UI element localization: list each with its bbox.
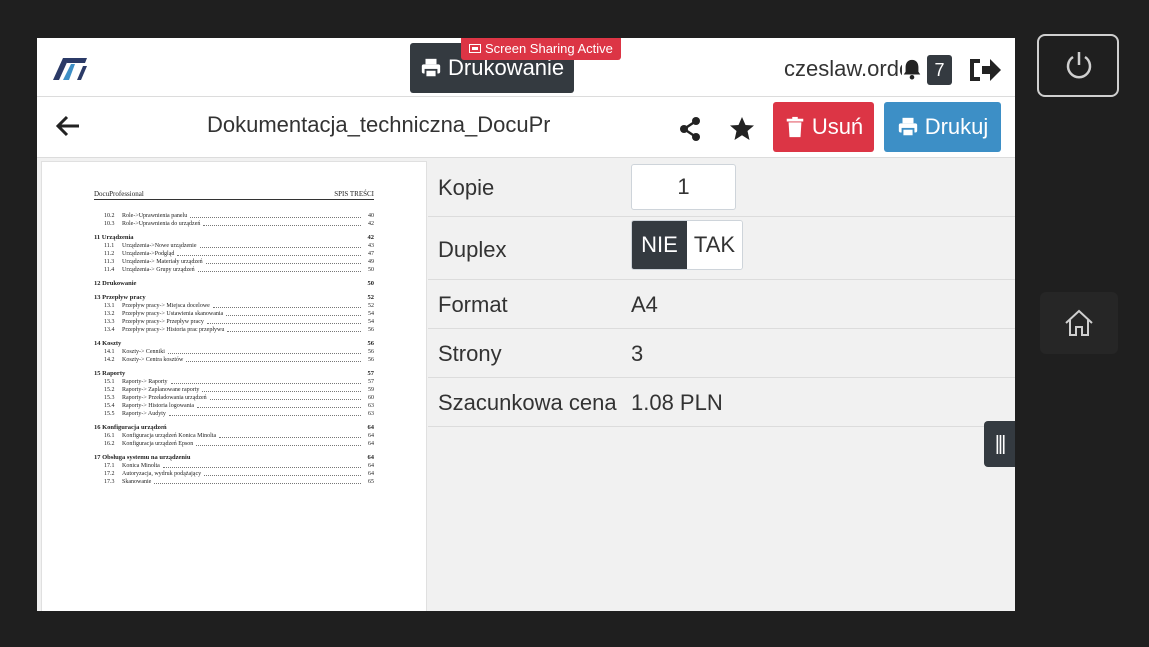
price-row: Szacunkowa cena 1.08 PLN: [428, 378, 1015, 427]
toc-entry: 15.2 Raporty-> Zaplanowane raporty 59: [104, 386, 374, 393]
toc-entry: 13.2 Przepływ pracy-> Ustawienia skanowan…: [104, 310, 374, 317]
drag-handle-icon[interactable]: |||: [984, 421, 1015, 467]
toc-section: 12 Drukowanie 50: [94, 280, 374, 287]
toc-entry: 11.2 Urządzenia->Podgląd 47: [104, 250, 374, 257]
power-button[interactable]: [1037, 34, 1119, 97]
toc-entry: 15.1 Raporty-> Raporty 57: [104, 378, 374, 385]
screen-share-icon: [469, 44, 481, 53]
toc-entry: 16.1 Konfiguracja urządzeń Konica Minolta…: [104, 432, 374, 439]
copies-label: Kopie: [438, 175, 495, 200]
toc-entry: 15.4 Raporty-> Historia logowania 63: [104, 402, 374, 409]
username: czeslaw.ordon: [784, 56, 902, 81]
toc-section: 11 Urządzenia 42: [94, 234, 374, 241]
toc-leader: [177, 250, 361, 256]
table-of-contents: DocuProfessional SPIS TREŚCI 10.2 Role->U…: [94, 190, 374, 486]
toc-section: 14 Koszty 56: [94, 340, 374, 347]
toc-leader: [205, 258, 361, 264]
toc-entry: 13.4 Przepływ pracy-> Historia prac przep…: [104, 326, 374, 333]
toc-entry: 13.3 Przepływ pracy-> Przepływ pracy 54: [104, 318, 374, 325]
toc-leader: [226, 310, 361, 316]
toc-leader: [167, 348, 361, 354]
toc-leader: [154, 478, 361, 484]
toc-leader: [168, 410, 361, 416]
duplex-yes-option[interactable]: TAK: [687, 221, 742, 269]
price-label: Szacunkowa cena: [438, 390, 617, 415]
toc-leader: [162, 462, 361, 468]
notification-count[interactable]: 7: [927, 55, 952, 85]
printer-icon: [898, 117, 917, 138]
toc-entry: 11.1 Urządzenia->Nowe urządzenie 43: [104, 242, 374, 249]
toc-section: 16 Konfiguracja urządzeń 64: [94, 424, 374, 431]
logout-icon[interactable]: [968, 55, 1002, 85]
preview-header: DocuProfessional SPIS TREŚCI: [94, 190, 374, 200]
toc-leader: [199, 242, 361, 248]
toc-entry: 15.3 Raporty-> Przeładowania urządzeń 60: [104, 394, 374, 401]
top-bar: Drukowanie Screen Sharing Active czeslaw…: [37, 38, 1015, 97]
toc-leader: [204, 470, 361, 476]
content-area: DocuProfessional SPIS TREŚCI 10.2 Role->U…: [37, 158, 1015, 611]
document-bar: Dokumentacja_techniczna_DocuProfessional…: [37, 97, 1015, 158]
home-button[interactable]: [1040, 292, 1118, 354]
toc-leader: [196, 440, 361, 446]
copies-input[interactable]: 1: [631, 164, 736, 210]
bell-icon[interactable]: [901, 58, 923, 80]
format-value: A4: [631, 292, 658, 317]
kiosk-screen: Drukowanie Screen Sharing Active czeslaw…: [37, 38, 1015, 611]
toc-entry: 15.5 Raporty-> Audyty 63: [104, 410, 374, 417]
power-icon: [1066, 52, 1092, 79]
toc-leader: [197, 402, 361, 408]
toc-leader: [212, 302, 361, 308]
copies-row: Kopie 1: [428, 158, 1015, 217]
format-label: Format: [438, 292, 508, 317]
print-settings: Kopie 1 Duplex NIE TAK Format A4 Strony …: [428, 158, 1015, 427]
star-icon[interactable]: [729, 116, 755, 142]
toc-leader: [206, 318, 361, 324]
toc-entry: 10.3 Role->Uprawnienia do urządzeń 42: [104, 220, 374, 227]
toc-entry: 16.2 Konfiguracja urządzeń Epson 64: [104, 440, 374, 447]
price-value: 1.08 PLN: [631, 390, 723, 415]
duplex-label: Duplex: [438, 237, 507, 262]
duplex-no-option[interactable]: NIE: [632, 221, 687, 269]
toc-section: 17 Obsługa systemu na urządzeniu 64: [94, 454, 374, 461]
format-row: Format A4: [428, 280, 1015, 329]
toc-leader: [190, 212, 361, 218]
toc-entry: 17.1 Konica Minolta 64: [104, 462, 374, 469]
toc-leader: [219, 432, 361, 438]
pages-row: Strony 3: [428, 329, 1015, 378]
document-preview[interactable]: DocuProfessional SPIS TREŚCI 10.2 Role->U…: [41, 161, 427, 611]
toc-entry: 10.2 Role->Uprawnienia panelu 40: [104, 212, 374, 219]
home-icon: [1065, 309, 1093, 336]
toc-entry: 13.1 Przepływ pracy-> Miejsca docelowe 52: [104, 302, 374, 309]
app-logo-icon: [53, 58, 87, 80]
toc-leader: [203, 220, 361, 226]
toc-entry: 11.3 Urządzenia-> Materiały urządzeń 49: [104, 258, 374, 265]
print-button[interactable]: Drukuj: [884, 102, 1001, 152]
trash-icon: [786, 116, 804, 138]
toc-entry: 17.3 Skanowanie 65: [104, 478, 374, 485]
toc-leader: [209, 394, 361, 400]
toc-leader: [202, 386, 361, 392]
document-title: Dokumentacja_techniczna_DocuProfessional…: [207, 112, 550, 137]
printer-icon: [421, 58, 441, 79]
arrow-left-icon[interactable]: [55, 113, 81, 139]
duplex-toggle: NIE TAK: [631, 220, 743, 270]
pages-value: 3: [631, 341, 644, 366]
share-icon[interactable]: [678, 116, 702, 142]
toc-section: 13 Przepływ pracy 52: [94, 294, 374, 301]
toc-leader: [227, 326, 361, 332]
delete-button[interactable]: Usuń: [773, 102, 874, 152]
toc-entry: 14.2 Koszty-> Centra kosztów 56: [104, 356, 374, 363]
toc-leader: [197, 266, 361, 272]
toc-section: 15 Raporty 57: [94, 370, 374, 377]
pages-label: Strony: [438, 341, 502, 366]
toc-entry: 14.1 Koszty-> Cenniki 56: [104, 348, 374, 355]
toc-entry: 17.2 Autoryzacja, wydruk podążający 64: [104, 470, 374, 477]
screen-sharing-badge: Screen Sharing Active: [461, 38, 621, 60]
toc-entry: 11.4 Urządzenia-> Grupy urządzeń 50: [104, 266, 374, 273]
toc-leader: [186, 356, 361, 362]
toc-leader: [170, 378, 361, 384]
